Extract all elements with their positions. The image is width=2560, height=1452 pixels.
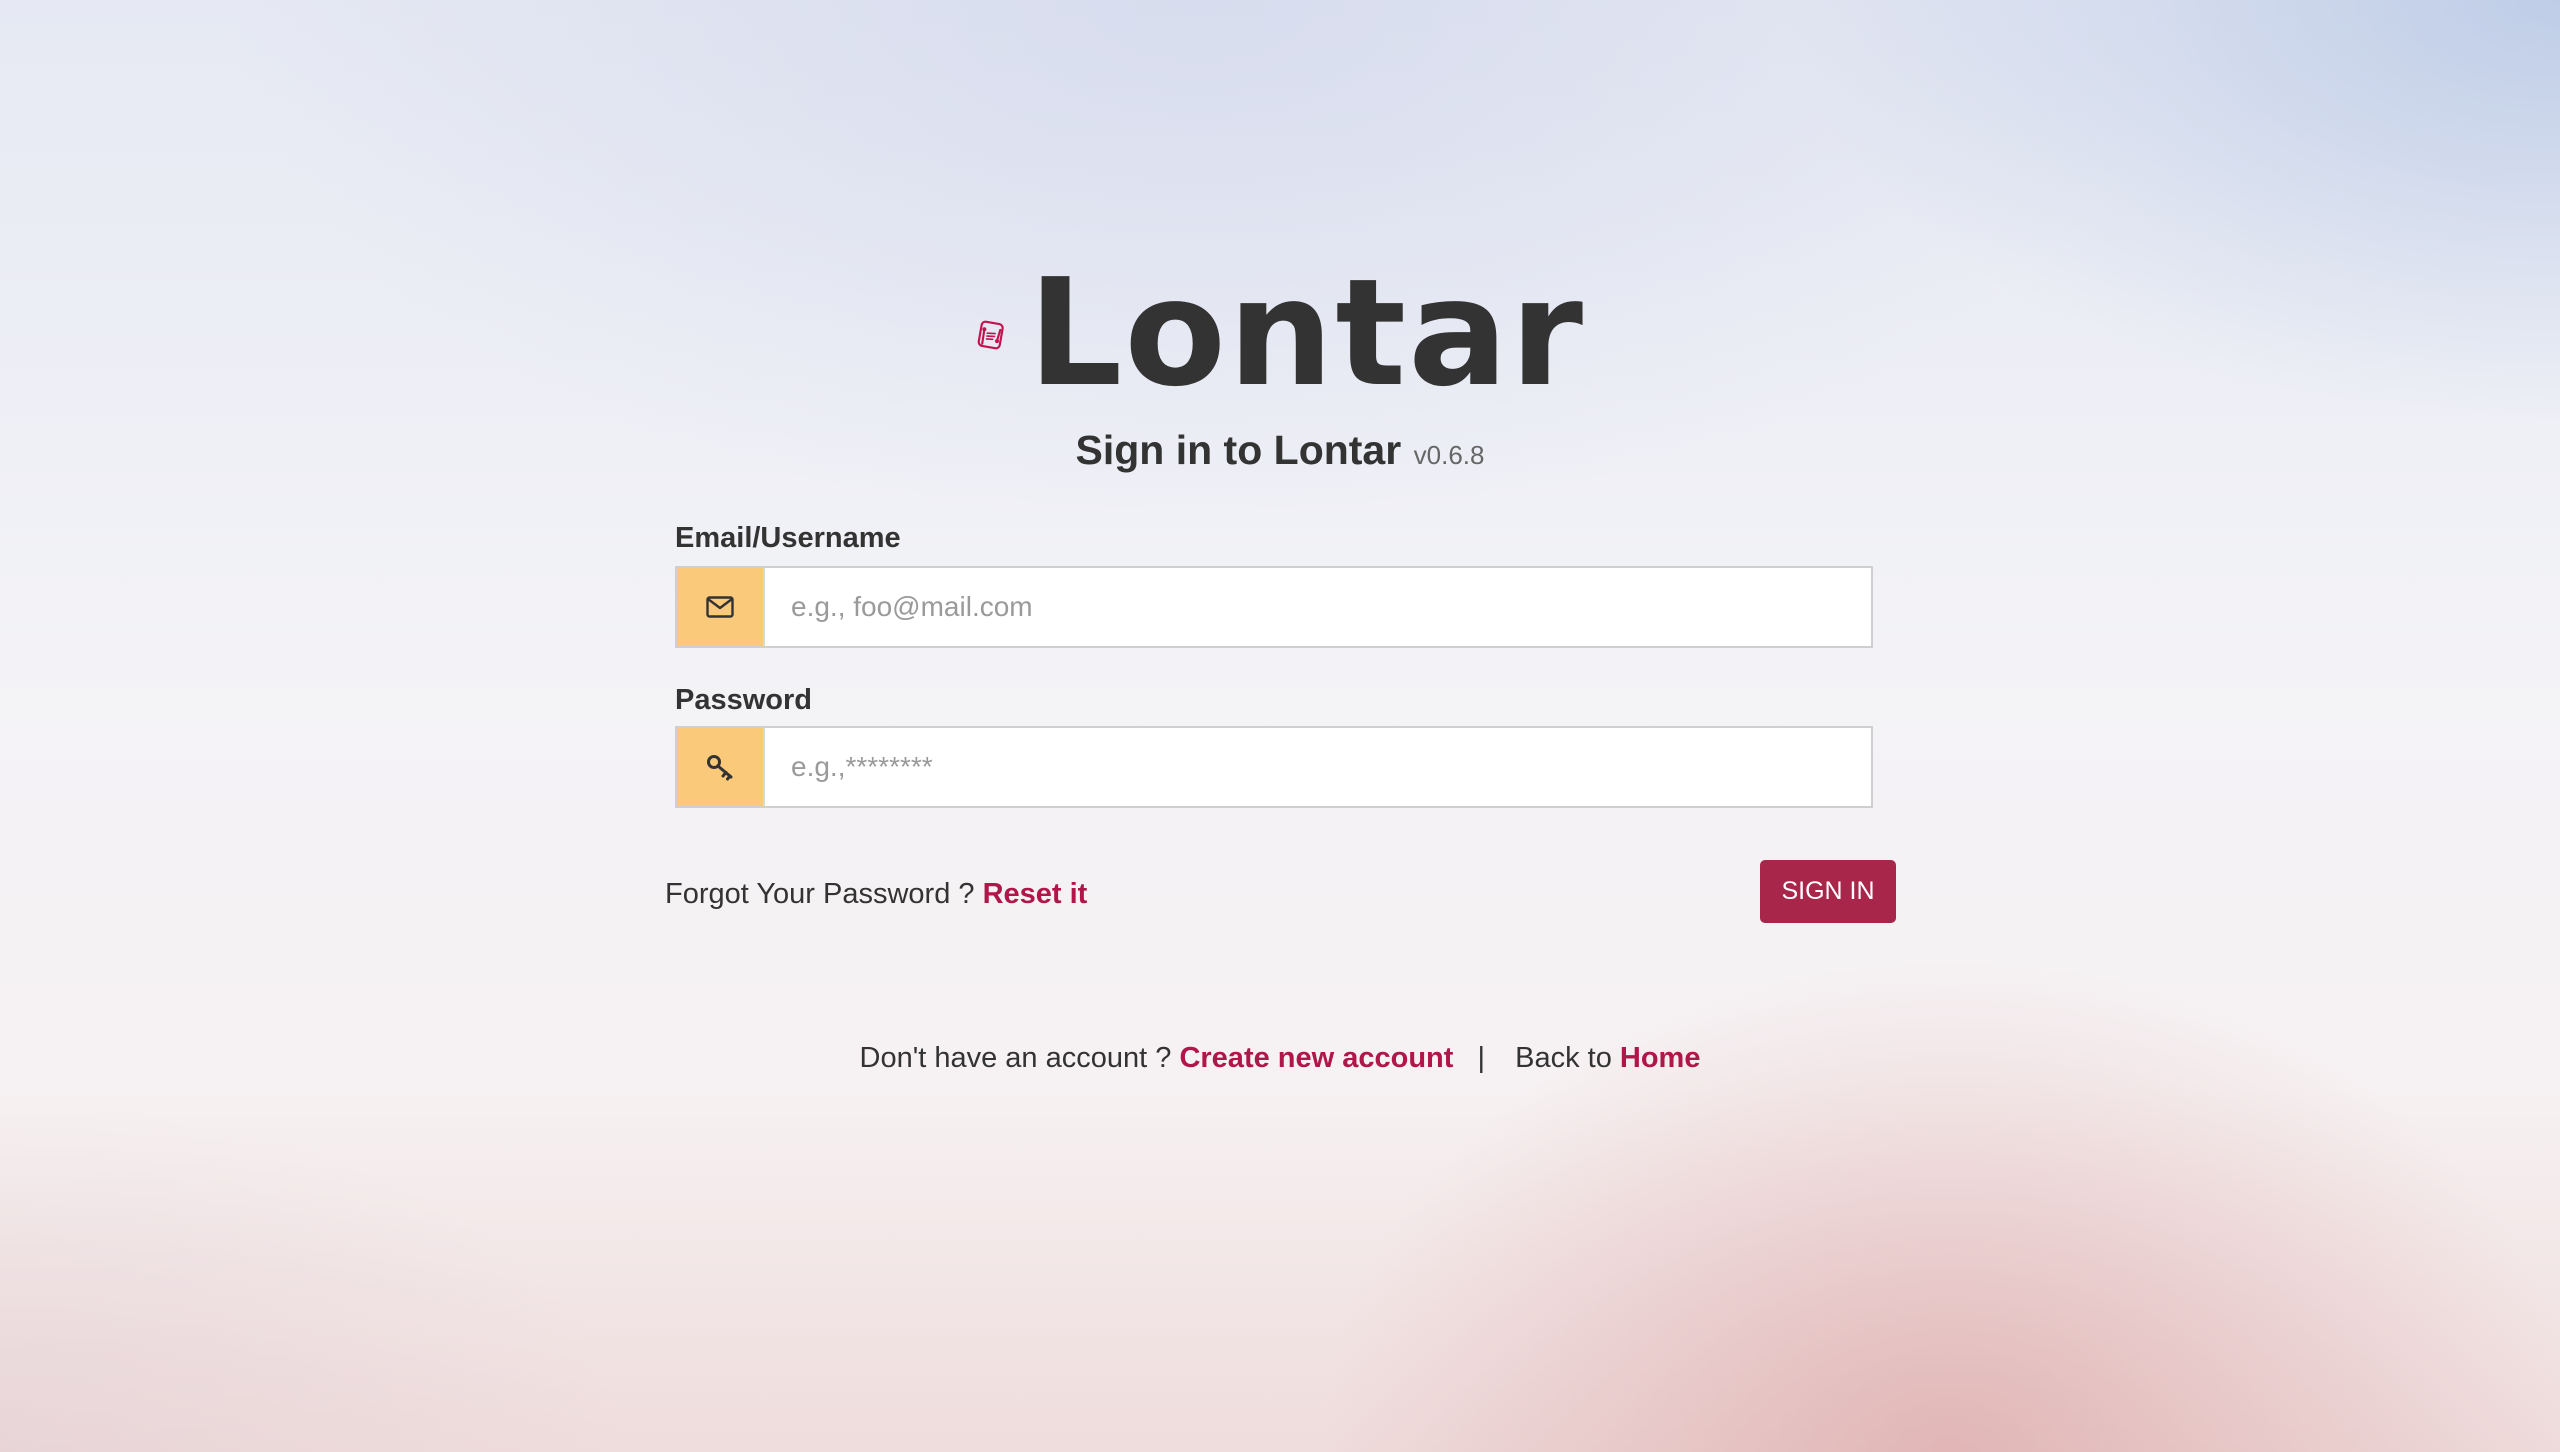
home-link[interactable]: Home bbox=[1620, 1042, 1701, 1074]
brand-name: Lontar bbox=[1028, 247, 1585, 419]
sign-in-button[interactable]: SIGN IN bbox=[1760, 860, 1896, 923]
create-account-link[interactable]: Create new account bbox=[1179, 1042, 1453, 1074]
email-input[interactable] bbox=[765, 568, 1871, 646]
email-input-group bbox=[675, 566, 1873, 648]
key-icon bbox=[707, 755, 733, 781]
forgot-password-text: Forgot Your Password ? bbox=[665, 878, 975, 910]
page-heading: Sign in to Lontar v0.6.8 bbox=[0, 430, 2560, 471]
email-addon bbox=[677, 568, 765, 646]
password-input-group bbox=[675, 726, 1873, 808]
password-input[interactable] bbox=[765, 728, 1871, 806]
no-account-text: Don't have an account ? bbox=[859, 1042, 1172, 1074]
forgot-password-row: Forgot Your Password ? Reset it bbox=[665, 880, 1087, 909]
document-logo-icon bbox=[977, 320, 1004, 350]
page-title: Sign in to Lontar bbox=[1075, 427, 1402, 473]
reset-password-link[interactable]: Reset it bbox=[983, 878, 1088, 910]
back-to-text: Back to bbox=[1515, 1042, 1612, 1074]
footer-separator: | bbox=[1477, 1042, 1486, 1074]
email-label: Email/Username bbox=[675, 522, 901, 554]
envelope-icon bbox=[706, 596, 734, 618]
brand-logo: Lontar bbox=[975, 255, 1585, 415]
version-label: v0.6.8 bbox=[1413, 440, 1485, 470]
password-addon bbox=[677, 728, 765, 806]
password-label: Password bbox=[675, 684, 812, 716]
footer-links: Don't have an account ? Create new accou… bbox=[0, 1044, 2560, 1073]
